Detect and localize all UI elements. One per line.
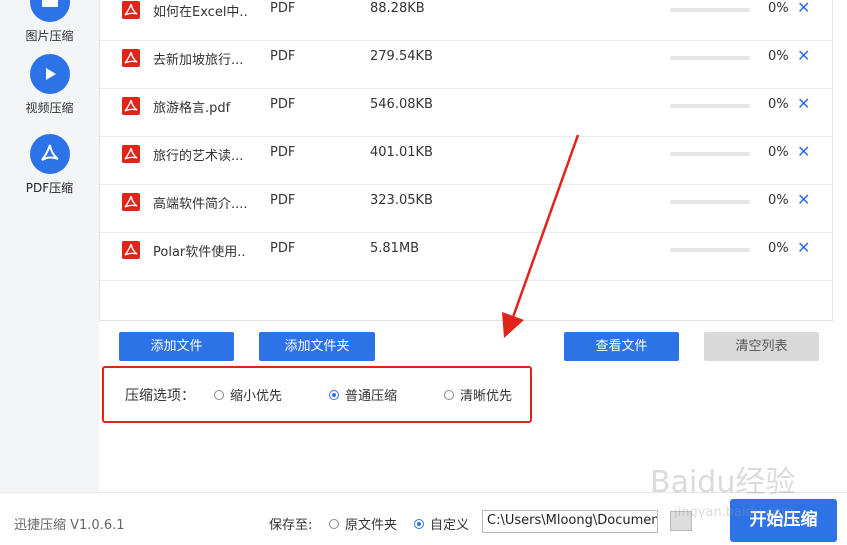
progress-bar [670,104,750,108]
file-size: 5.81MB [370,241,420,256]
save-custom[interactable]: 自定义 [414,514,469,533]
progress-percent: 0% [768,97,789,112]
progress-bar [670,200,750,204]
close-icon[interactable]: ✕ [797,95,810,113]
clear-list-button[interactable]: 清空列表 [704,332,819,361]
close-icon[interactable]: ✕ [797,191,810,209]
add-file-button[interactable]: 添加文件 [119,332,234,361]
sidebar-item-pdf-compress[interactable]: PDF压缩 [0,134,99,196]
file-size: 88.28KB [370,1,425,16]
table-row[interactable]: 如何在Excel中.. PDF 88.28KB 0% ✕ [100,0,833,41]
add-folder-button[interactable]: 添加文件夹 [259,332,375,361]
play-icon [29,54,70,94]
file-name: Polar软件使用.. [153,245,246,260]
footer: 迅捷压缩 V1.0.6.1 保存至: 原文件夹 自定义 C:\Users\Mlo… [0,492,847,545]
compression-options-label: 压缩选项： [125,388,195,404]
table-row[interactable]: 去新加坡旅行... PDF 279.54KB 0% ✕ [100,41,833,89]
save-to-label: 保存至: [269,518,313,533]
progress-bar [670,248,750,252]
pdf-file-icon [122,145,140,163]
progress-percent: 0% [768,193,789,208]
compression-options: 压缩选项： 缩小优先 普通压缩 清晰优先 [102,366,532,423]
file-type: PDF [270,1,296,16]
sidebar-item-label: 视频压缩 [25,101,74,115]
option-normal[interactable]: 普通压缩 [329,385,397,404]
pdf-file-icon [122,241,140,259]
close-icon[interactable]: ✕ [797,47,810,65]
file-size: 401.01KB [370,145,433,160]
sidebar-item-label: PDF压缩 [25,181,74,195]
file-size: 546.08KB [370,97,433,112]
progress-percent: 0% [768,49,789,64]
close-icon[interactable]: ✕ [797,143,810,161]
pdf-file-icon [122,49,140,67]
file-name: 旅游格言.pdf [153,101,231,116]
file-list: 如何在Excel中.. PDF 88.28KB 0% ✕ 去新加坡旅行... P… [99,0,833,321]
file-type: PDF [270,145,296,160]
file-size: 323.05KB [370,193,433,208]
file-type: PDF [270,241,296,256]
file-name: 去新加坡旅行... [153,53,244,68]
progress-percent: 0% [768,241,789,256]
option-shrink-first[interactable]: 缩小优先 [214,385,282,404]
progress-bar [670,56,750,60]
image-compress-icon [29,0,70,22]
progress-percent: 0% [768,1,789,16]
table-row[interactable]: Polar软件使用.. PDF 5.81MB 0% ✕ [100,233,833,281]
file-name: 高端软件简介.... [153,197,248,212]
table-row[interactable]: 高端软件简介.... PDF 323.05KB 0% ✕ [100,185,833,233]
sidebar-item-label: 图片压缩 [25,29,74,43]
progress-bar [670,8,750,12]
file-name: 旅行的艺术读... [153,149,244,164]
file-name: 如何在Excel中.. [153,5,248,20]
browse-button[interactable] [670,511,692,531]
version-text: 迅捷压缩 V1.0.6.1 [14,518,125,533]
table-row[interactable]: 旅游格言.pdf PDF 546.08KB 0% ✕ [100,89,833,137]
progress-bar [670,152,750,156]
radio-button-checked[interactable] [414,518,424,529]
file-type: PDF [270,97,296,112]
sidebar-item-video-compress[interactable]: 视频压缩 [0,54,99,116]
progress-percent: 0% [768,145,789,160]
start-compress-button[interactable]: 开始压缩 [730,499,837,542]
pdf-file-icon [122,1,140,19]
file-type: PDF [270,193,296,208]
file-size: 279.54KB [370,49,433,64]
radio-button[interactable] [444,389,454,400]
pdf-file-icon [122,193,140,211]
radio-button[interactable] [214,389,224,400]
pdf-file-icon [122,97,140,115]
view-files-button[interactable]: 查看文件 [564,332,679,361]
table-row[interactable]: 旅行的艺术读... PDF 401.01KB 0% ✕ [100,137,833,185]
option-clarity-first[interactable]: 清晰优先 [444,385,512,404]
sidebar-item-image-compress[interactable]: 图片压缩 [0,0,99,44]
radio-button-checked[interactable] [329,389,339,400]
sidebar: 图片压缩 视频压缩 PDF压缩 [0,0,99,492]
save-path-input[interactable]: C:\Users\Mloong\Documents [482,510,658,533]
radio-button[interactable] [329,518,339,529]
close-icon[interactable]: ✕ [797,239,810,257]
save-original-folder[interactable]: 原文件夹 [329,514,397,533]
file-type: PDF [270,49,296,64]
close-icon[interactable]: ✕ [797,0,810,17]
pdf-icon [29,134,70,174]
